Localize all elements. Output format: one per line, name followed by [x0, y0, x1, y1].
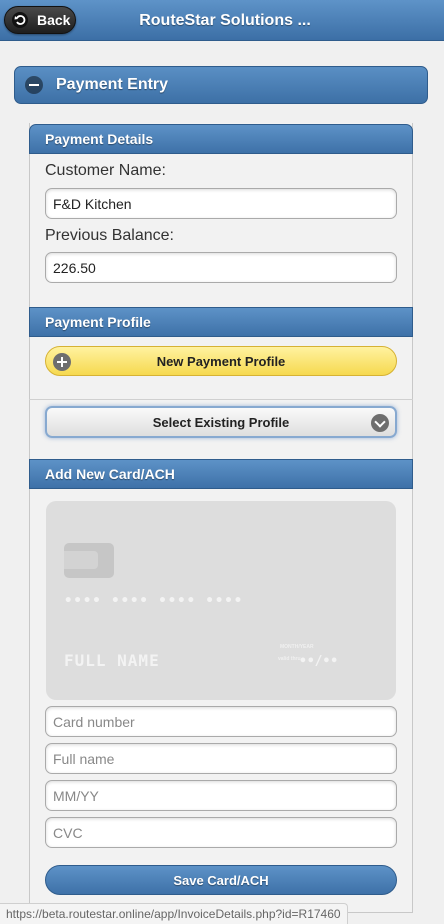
expiry-input[interactable]: MM/YY [45, 780, 397, 811]
section-divider [29, 399, 413, 400]
card-preview-expiry: ••/•• [299, 654, 339, 669]
payment-details-heading: Payment Details [29, 124, 413, 154]
cvc-input[interactable]: CVC [45, 817, 397, 848]
status-bar-url: https://beta.routestar.online/app/Invoic… [0, 903, 348, 924]
card-preview-number: •••• •••• •••• •••• [64, 593, 244, 609]
full-name-input[interactable]: Full name [45, 743, 397, 774]
chevron-down-icon [371, 414, 389, 432]
select-existing-profile-label: Select Existing Profile [152, 414, 290, 430]
card-preview-name: FULL NAME [64, 651, 160, 670]
card-number-input[interactable]: Card number [45, 706, 397, 737]
customer-name-field[interactable]: F&D Kitchen [45, 188, 397, 219]
payment-entry-collapsible[interactable]: Payment Entry [14, 66, 428, 104]
back-button[interactable]: Back [4, 6, 76, 34]
card-preview: •••• •••• •••• •••• FULL NAME month/year… [46, 501, 396, 700]
payment-entry-title: Payment Entry [56, 76, 169, 93]
add-card-heading: Add New Card/ACH [29, 459, 413, 489]
select-existing-profile-dropdown[interactable]: Select Existing Profile [45, 406, 397, 438]
plus-icon [53, 353, 71, 371]
back-arrow-icon [12, 12, 28, 28]
new-payment-profile-button[interactable]: New Payment Profile [45, 346, 397, 376]
customer-name-label: Customer Name: [45, 162, 166, 179]
page-title: RouteStar Solutions ... [139, 12, 311, 29]
collapse-minus-icon [25, 76, 43, 94]
new-payment-profile-label: New Payment Profile [156, 353, 286, 369]
previous-balance-field[interactable]: 226.50 [45, 252, 397, 283]
card-chip-icon [64, 543, 114, 578]
card-preview-valid-label: valid thru [278, 656, 301, 662]
back-button-label: Back [37, 12, 71, 28]
save-card-button[interactable]: Save Card/ACH [45, 865, 397, 895]
previous-balance-label: Previous Balance: [45, 227, 174, 244]
app-header: Back RouteStar Solutions ... [0, 0, 444, 41]
card-preview-month-year-label: month/year [280, 644, 314, 650]
payment-profile-heading: Payment Profile [29, 307, 413, 337]
